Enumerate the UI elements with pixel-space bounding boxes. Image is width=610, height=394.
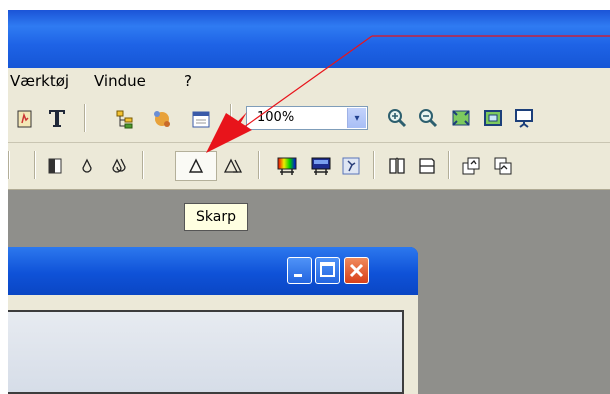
main-toolbar: 100% ▾ (8, 94, 610, 143)
maximize-button[interactable] (315, 257, 340, 284)
puzzle-icon[interactable] (149, 106, 175, 132)
application-window: Værktøj Vindue ? 100% ▾ Skarp (8, 10, 610, 394)
tree-view-icon[interactable] (112, 106, 138, 132)
sharpen-more-icon[interactable] (220, 153, 246, 179)
toolbar-separator (448, 151, 449, 179)
chevron-down-icon[interactable]: ▾ (347, 108, 366, 128)
texture-icon[interactable] (338, 153, 364, 179)
monitor-icon[interactable] (308, 153, 334, 179)
zoom-select[interactable]: 100% ▾ (246, 106, 368, 130)
image-window (8, 247, 418, 394)
image-window-title-bar (8, 247, 418, 295)
toolbar-separator (8, 151, 9, 179)
menu-bar: Værktøj Vindue ? (8, 68, 610, 94)
close-button[interactable] (344, 257, 369, 284)
contrast-icon[interactable] (42, 153, 68, 179)
minimize-button[interactable] (287, 257, 312, 284)
toolbar-separator (373, 151, 374, 179)
tooltip: Skarp (184, 203, 248, 231)
image-canvas (8, 310, 404, 394)
toolbar-separator (142, 151, 143, 179)
color-balance-icon[interactable] (274, 153, 300, 179)
compare-icon[interactable] (414, 153, 440, 179)
calendar-icon[interactable] (188, 106, 214, 132)
title-bar (8, 10, 610, 68)
sharpen-icon (183, 153, 209, 179)
text-tool-icon[interactable] (44, 105, 70, 131)
toolbar-separator (258, 151, 259, 179)
flip-icon[interactable] (490, 153, 516, 179)
slideshow-icon[interactable] (511, 105, 537, 131)
soften-more-icon[interactable] (106, 153, 132, 179)
rotate-icon[interactable] (458, 153, 484, 179)
fit-window-icon[interactable] (448, 105, 474, 131)
soften-icon[interactable] (74, 153, 100, 179)
zoom-in-icon[interactable] (384, 105, 410, 131)
document-icon[interactable] (12, 106, 38, 132)
menu-vindue[interactable]: Vindue (94, 72, 146, 90)
actual-size-icon[interactable] (480, 105, 506, 131)
toolbar-separator (84, 104, 85, 132)
zoom-out-icon[interactable] (415, 105, 441, 131)
split-view-icon[interactable] (384, 153, 410, 179)
menu-help[interactable]: ? (184, 72, 192, 90)
toolbar-separator (34, 151, 35, 179)
menu-vaerktoej[interactable]: Værktøj (10, 72, 69, 90)
toolbar-separator (230, 104, 231, 132)
image-toolbar (8, 143, 610, 190)
zoom-value: 100% (257, 110, 295, 125)
sharpen-button[interactable] (175, 151, 217, 181)
